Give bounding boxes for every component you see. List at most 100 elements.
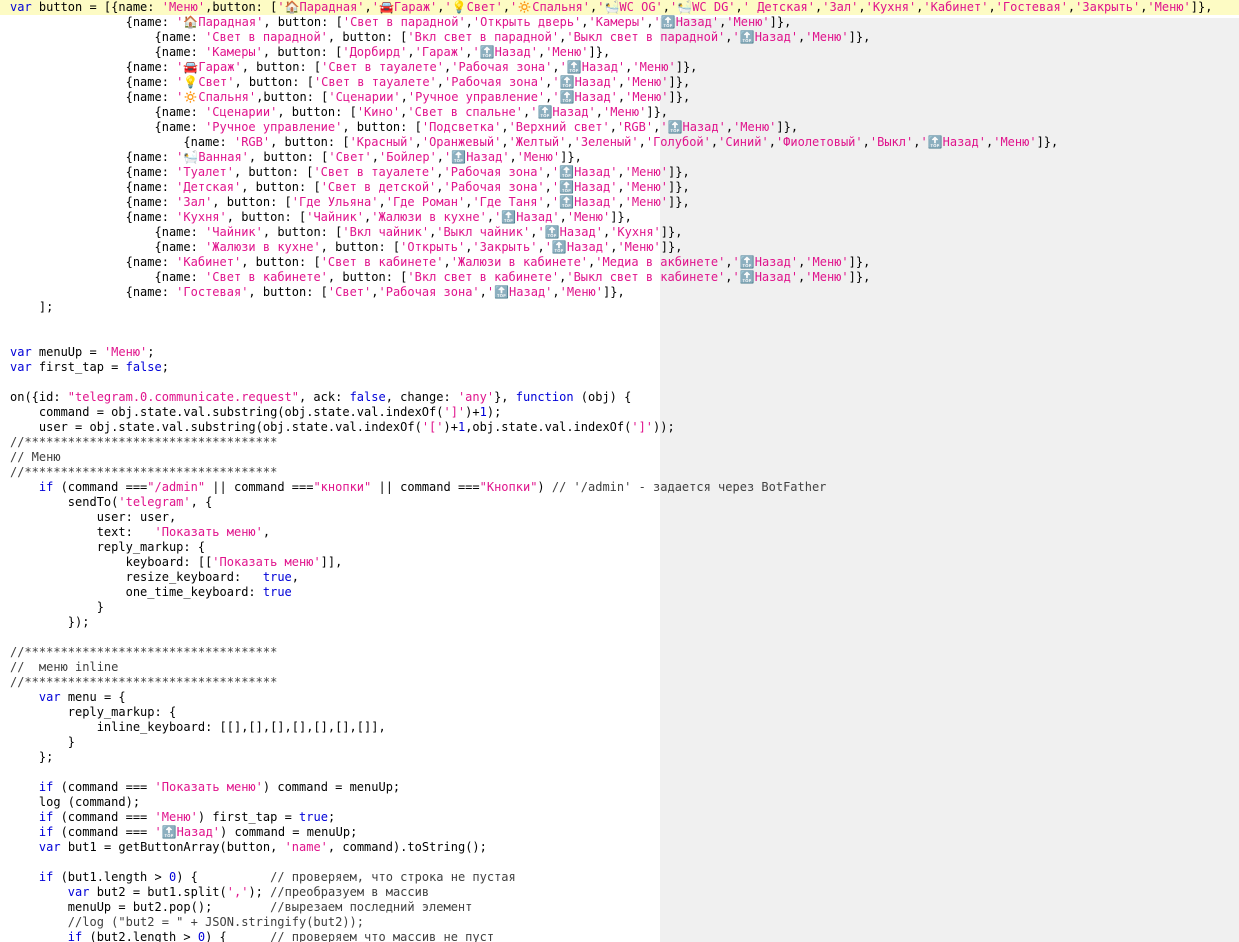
code-line[interactable]: if (but1.length > 0) { // проверяем, что… xyxy=(0,870,1239,885)
code-line[interactable]: command = obj.state.val.substring(obj.st… xyxy=(0,405,1239,420)
code-line[interactable]: if (but2.length > 0) { // проверяем что … xyxy=(0,930,1239,942)
code-line[interactable] xyxy=(0,315,1239,330)
code-area[interactable]: var button = [{name: 'Меню',button: ['🏠П… xyxy=(0,0,1239,942)
code-line[interactable]: reply_markup: { xyxy=(0,540,1239,555)
code-line[interactable]: if (command === 'Показать меню') command… xyxy=(0,780,1239,795)
code-line[interactable]: // меню inline xyxy=(0,660,1239,675)
code-line[interactable]: {name: 'Ручное управление', button: ['По… xyxy=(0,120,1239,135)
code-token: '🏠Парадная' xyxy=(176,15,264,29)
code-line[interactable]: menuUp = but2.pop(); //вырезаем последни… xyxy=(0,900,1239,915)
code-token: '🔝Назад' xyxy=(660,120,726,134)
code-token: , { xyxy=(190,495,213,509)
code-token: 'Голубой' xyxy=(645,135,711,149)
code-line[interactable]: if (command === '🔝Назад') command = menu… xyxy=(0,825,1239,840)
code-line[interactable]: }); xyxy=(0,615,1239,630)
code-line[interactable]: } xyxy=(0,735,1239,750)
code-line[interactable]: var menuUp = 'Меню'; xyxy=(0,345,1239,360)
code-token: 'RGB' xyxy=(233,135,271,149)
code-line[interactable]: {name: 'Сценарии', button: ['Кино', 'Свет… xyxy=(0,105,1239,120)
code-token: , xyxy=(609,120,617,134)
code-line[interactable]: {name: 'Свет в кабинете', button: ['Вкл … xyxy=(0,270,1239,285)
code-line[interactable]: {name: '🛀Ванная', button: ['Свет','Бойле… xyxy=(0,150,1239,165)
code-token: 'Меню' xyxy=(103,345,148,359)
code-line[interactable]: {name: '🏠Парадная', button: ['Свет в пар… xyxy=(0,15,1239,30)
code-line[interactable]: var but1 = getButtonArray(button, 'name'… xyxy=(0,840,1239,855)
code-token: {name: xyxy=(10,240,206,254)
code-token: 'Меню' xyxy=(602,105,647,119)
code-line[interactable]: //*********************************** xyxy=(0,465,1239,480)
code-line[interactable]: {name: 'Кухня', button: ['Чайник','Жалюз… xyxy=(0,210,1239,225)
code-token: , xyxy=(725,120,734,134)
code-line[interactable]: }; xyxy=(0,750,1239,765)
code-token: 'Кабинет' xyxy=(176,255,242,269)
code-token: 'Меню' xyxy=(617,240,661,254)
code-token: ]}, xyxy=(646,105,669,119)
code-token: '🔝Назад' xyxy=(486,285,553,299)
code-token: , xyxy=(725,270,733,284)
code-line[interactable]: var first_tap = false; xyxy=(0,360,1239,375)
code-line[interactable]: log (command); xyxy=(0,795,1239,810)
code-line[interactable]: {name: 'Детская', button: ['Свет в детск… xyxy=(0,180,1239,195)
code-line[interactable]: if (command === 'Меню') first_tap = true… xyxy=(0,810,1239,825)
code-line[interactable]: {name: 'Камеры', button: ['Дорбирд','Гар… xyxy=(0,45,1239,60)
code-line[interactable]: //*********************************** xyxy=(0,645,1239,660)
code-line[interactable]: {name: '🚘Гараж', button: ['Свет в тауале… xyxy=(0,60,1239,75)
code-line[interactable]: resize_keyboard: true, xyxy=(0,570,1239,585)
code-line[interactable]: {name: '💡Свет', button: ['Свет в тауалет… xyxy=(0,75,1239,90)
code-line[interactable]: } xyxy=(0,600,1239,615)
code-line[interactable] xyxy=(0,630,1239,645)
code-line[interactable]: var button = [{name: 'Меню',button: ['🏠П… xyxy=(0,0,1239,15)
code-token: '🔝Назад' xyxy=(551,195,618,209)
code-token: command = obj.state.val.substring(obj.st… xyxy=(10,405,444,419)
code-token: inline_keyboard: [[],[],[],[],[],[],[]], xyxy=(10,720,386,734)
code-line[interactable]: one_time_keyboard: true xyxy=(0,585,1239,600)
code-token: 'Свет в детской' xyxy=(320,180,437,194)
code-token: '🔝Назад' xyxy=(732,270,799,284)
code-line[interactable]: reply_markup: { xyxy=(0,705,1239,720)
code-editor[interactable]: var button = [{name: 'Меню',button: ['🏠П… xyxy=(0,0,1239,942)
code-token: {name: xyxy=(10,165,177,179)
code-line[interactable]: {name: 'RGB', button: ['Красный','Оранже… xyxy=(0,135,1239,150)
code-line[interactable]: {name: '🔅Спальня',button: ['Сценарии','Р… xyxy=(0,90,1239,105)
code-line[interactable]: user = obj.state.val.substring(obj.state… xyxy=(0,420,1239,435)
code-line[interactable]: //*********************************** xyxy=(0,675,1239,690)
code-token: "telegram.0.communicate.request" xyxy=(67,390,299,404)
code-line[interactable]: // Меню xyxy=(0,450,1239,465)
code-token: (command === xyxy=(53,780,155,794)
code-line[interactable]: inline_keyboard: [[],[],[],[],[],[],[]], xyxy=(0,720,1239,735)
code-line[interactable]: {name: 'Чайник', button: ['Вкл чайник','… xyxy=(0,225,1239,240)
code-line[interactable]: text: 'Показать меню', xyxy=(0,525,1239,540)
code-line[interactable]: on({id: "telegram.0.communicate.request"… xyxy=(0,390,1239,405)
code-token: 'any' xyxy=(457,390,495,404)
code-line[interactable] xyxy=(0,765,1239,780)
code-line[interactable]: var menu = { xyxy=(0,690,1239,705)
code-line[interactable]: if (command ==="/admin" || command ==="к… xyxy=(0,480,1239,495)
code-token: if xyxy=(38,810,54,824)
code-line[interactable]: {name: 'Туалет', button: ['Свет в тауале… xyxy=(0,165,1239,180)
code-token: 'Верхний свет' xyxy=(508,120,610,134)
code-line[interactable]: {name: 'Кабинет', button: ['Свет в кабин… xyxy=(0,255,1239,270)
code-line[interactable]: {name: 'Гостевая', button: ['Свет','Рабо… xyxy=(0,285,1239,300)
code-token: ]}, xyxy=(603,285,625,299)
code-line[interactable] xyxy=(0,375,1239,390)
code-line[interactable]: keyboard: [['Показать меню']], xyxy=(0,555,1239,570)
code-line[interactable]: {name: 'Зал', button: ['Где Ульяна','Где… xyxy=(0,195,1239,210)
code-line[interactable]: ]; xyxy=(0,300,1239,315)
code-token: 'Меню' xyxy=(545,45,589,59)
code-token: 'Свет в парадной' xyxy=(342,15,466,29)
code-token: (but1.length > xyxy=(53,870,169,884)
code-line[interactable] xyxy=(0,330,1239,345)
code-token: '🔝Назад' xyxy=(552,75,618,89)
code-line[interactable]: {name: 'Жалюзи в кухне', button: ['Откры… xyxy=(0,240,1239,255)
code-line[interactable]: user: user, xyxy=(0,510,1239,525)
code-token: , xyxy=(364,0,372,14)
code-line[interactable]: sendTo('telegram', { xyxy=(0,495,1239,510)
code-line[interactable]: var but2 = but1.split(','); //преобразуе… xyxy=(0,885,1239,900)
code-line[interactable]: //log ("but2 = " + JSON.stringify(but2))… xyxy=(0,915,1239,930)
code-token: reply_markup: { xyxy=(10,540,206,554)
code-line[interactable] xyxy=(0,855,1239,870)
code-token: ) xyxy=(537,480,552,494)
code-token: , xyxy=(436,150,445,164)
code-line[interactable]: {name: 'Свет в парадной', button: ['Вкл … xyxy=(0,30,1239,45)
code-line[interactable]: //*********************************** xyxy=(0,435,1239,450)
